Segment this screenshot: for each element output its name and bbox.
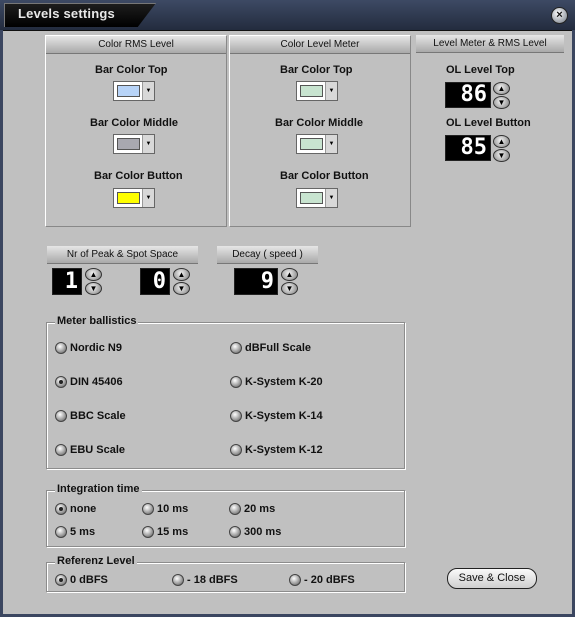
meter-middle-label: Bar Color Middle [275,117,364,129]
radio-icon [55,574,67,586]
rms-middle-color-picker[interactable]: ▼ [113,134,155,154]
group-label: Referenz Level [55,555,137,567]
radio-label: - 18 dBFS [187,574,238,586]
radio-label: 0 dBFS [70,574,108,586]
window-title: Levels settings [18,6,115,21]
radio-label: K-System K-20 [245,376,323,388]
rms-top-color-picker[interactable]: ▼ [113,81,155,101]
decay-header-bar: Decay ( speed ) [217,246,318,264]
decay-display: 9 [234,268,278,295]
radio-icon [230,342,242,354]
panel-header: Color Level Meter [230,36,410,54]
spin-up-icon[interactable]: ▲ [281,268,298,281]
group-label: Meter ballistics [55,315,139,327]
radio-icon [230,444,242,456]
radio-icon [55,376,67,388]
peak-header-bar: Nr of Peak & Spot Space [47,246,198,264]
radio-label: Nordic N9 [70,342,122,354]
rms-button-label: Bar Color Button [94,170,183,182]
ol-button-display: 85 [445,135,491,161]
radio-label: 15 ms [157,526,189,538]
dropdown-arrow-icon: ▼ [142,135,154,153]
meter-button-color-picker[interactable]: ▼ [296,188,338,208]
spin-down-icon[interactable]: ▼ [493,149,510,162]
spot-space-spinner: ▲ ▼ [173,268,190,296]
spin-up-icon[interactable]: ▲ [493,135,510,148]
spin-up-icon[interactable]: ▲ [85,268,102,281]
radio-label: DIN 45406 [70,376,123,388]
radio-icon [230,376,242,388]
ol-button-spinner: ▲ ▼ [493,135,510,163]
radio-icon [289,574,301,586]
color-swatch [117,192,140,204]
radio-label: 5 ms [70,526,96,538]
panel-header: Nr of Peak & Spot Space [47,246,198,264]
ol-top-label: OL Level Top [446,64,515,76]
dropdown-arrow-icon: ▼ [325,189,337,207]
radio-icon [55,526,67,538]
rms-middle-label: Bar Color Middle [90,117,179,129]
dropdown-arrow-icon: ▼ [142,82,154,100]
dropdown-arrow-icon: ▼ [325,135,337,153]
radio-icon [55,503,67,515]
rms-button-color-picker[interactable]: ▼ [113,188,155,208]
title-bar[interactable]: Levels settings × [0,0,575,31]
color-swatch [300,85,323,97]
spin-up-icon[interactable]: ▲ [173,268,190,281]
peak-count-display: 1 [52,268,82,295]
meter-button-label: Bar Color Button [280,170,369,182]
radio-label: dBFull Scale [245,342,312,354]
radio-icon [55,444,67,456]
color-swatch [300,138,323,150]
radio-label: EBU Scale [70,444,126,456]
color-swatch [117,138,140,150]
radio-icon [55,410,67,422]
radio-label: K-System K-14 [245,410,323,422]
panel-header: Level Meter & RMS Level [416,35,564,53]
radio-icon [142,503,154,515]
color-swatch [300,192,323,204]
radio-icon [230,410,242,422]
spin-down-icon[interactable]: ▼ [85,282,102,295]
panel-header: Decay ( speed ) [217,246,318,264]
rms-top-label: Bar Color Top [95,64,168,76]
meter-top-color-picker[interactable]: ▼ [296,81,338,101]
save-close-button[interactable]: Save & Close [447,568,537,589]
ol-top-display: 86 [445,82,491,108]
radio-label: 20 ms [244,503,276,515]
close-icon[interactable]: × [551,7,568,24]
radio-label: none [70,503,97,515]
panel-header: Color RMS Level [46,36,226,54]
radio-label: 300 ms [244,526,282,538]
ol-top-spinner: ▲ ▼ [493,82,510,110]
group-label: Integration time [55,483,142,495]
radio-icon [55,342,67,354]
ol-button-label: OL Level Button [446,117,531,129]
radio-label: - 20 dBFS [304,574,355,586]
radio-icon [229,526,241,538]
dropdown-arrow-icon: ▼ [142,189,154,207]
radio-icon [172,574,184,586]
ol-panel: Level Meter & RMS Level [416,35,564,55]
spin-up-icon[interactable]: ▲ [493,82,510,95]
radio-label: BBC Scale [70,410,126,422]
decay-spinner: ▲ ▼ [281,268,298,296]
dropdown-arrow-icon: ▼ [325,82,337,100]
radio-icon [229,503,241,515]
spin-down-icon[interactable]: ▼ [281,282,298,295]
color-swatch [117,85,140,97]
integration-time-group: Integration time [46,483,405,547]
radio-icon [142,526,154,538]
spin-down-icon[interactable]: ▼ [173,282,190,295]
meter-middle-color-picker[interactable]: ▼ [296,134,338,154]
levels-settings-window: Levels settings × Color RMS Level Bar Co… [0,0,575,617]
spin-down-icon[interactable]: ▼ [493,96,510,109]
radio-label: K-System K-12 [245,444,323,456]
spot-space-display: 0 [140,268,170,295]
meter-top-label: Bar Color Top [280,64,353,76]
peak-count-spinner: ▲ ▼ [85,268,102,296]
radio-label: 10 ms [157,503,189,515]
